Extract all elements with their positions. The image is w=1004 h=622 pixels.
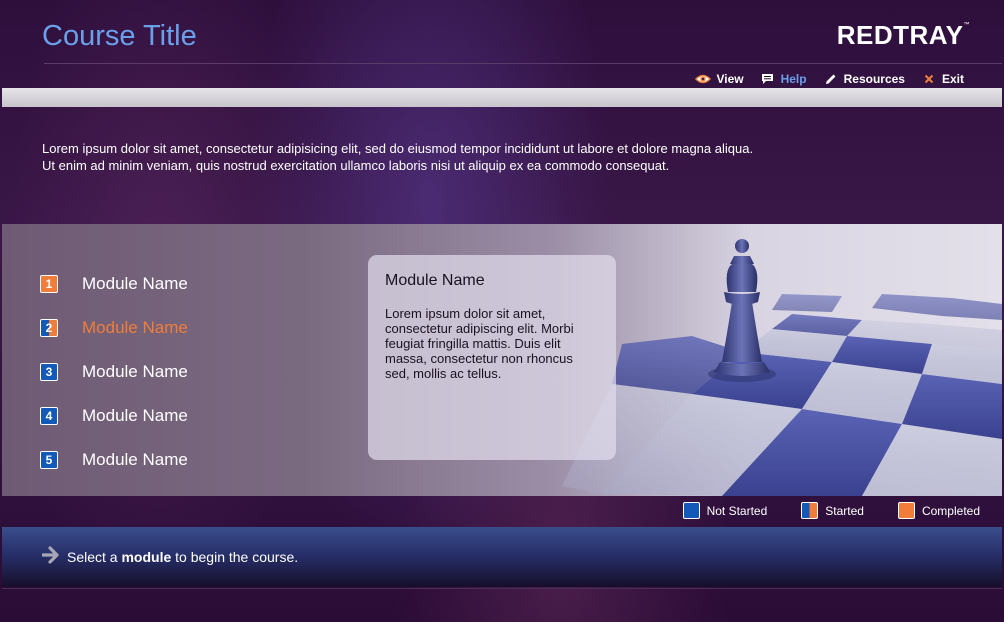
completed-swatch: [897, 502, 915, 519]
legend-label: Not Started: [706, 503, 768, 518]
progress-strip: [2, 88, 1002, 107]
chat-icon: [760, 72, 776, 86]
intro-line-2: Ut enim ad minim veniam, quis nostrud ex…: [42, 158, 670, 173]
module-label: Module Name: [82, 274, 188, 293]
not-started-swatch: [682, 502, 700, 519]
module-label: Module Name: [82, 406, 188, 425]
module-label: Module Name: [82, 318, 188, 337]
logo-trademark: ™: [963, 22, 970, 28]
exit-button[interactable]: Exit: [921, 72, 964, 86]
instruction-prefix: Select a: [67, 549, 118, 565]
bottom-divider: [2, 588, 1002, 589]
instruction-text: Select a module to begin the course.: [67, 549, 298, 565]
module-item-5[interactable]: 5 Module Name: [40, 438, 188, 482]
module-status-icon: 1: [40, 275, 58, 293]
started-swatch: [801, 502, 819, 519]
module-list: 1 Module Name 2 Module Name 3 Module Nam…: [40, 262, 188, 482]
instruction-bar: Select a module to begin the course.: [2, 527, 1002, 587]
logo-text: REDTRAY: [836, 20, 964, 50]
intro-text: Lorem ipsum dolor sit amet, consectetur …: [42, 140, 942, 174]
resources-button[interactable]: Resources: [823, 72, 905, 86]
arrow-right-icon: [42, 546, 59, 564]
legend-started: Started: [801, 502, 864, 519]
header-divider: [44, 63, 1002, 64]
legend-not-started: Not Started: [682, 502, 768, 519]
module-status-icon: 4: [40, 407, 58, 425]
view-label: View: [716, 72, 744, 86]
instruction-emphasis: module: [121, 549, 172, 565]
intro-line-1: Lorem ipsum dolor sit amet, consectetur …: [42, 141, 754, 156]
module-label: Module Name: [82, 362, 188, 381]
module-status-icon: 2: [40, 319, 58, 337]
status-legend: Not Started Started Completed: [682, 502, 980, 519]
instruction-suffix: to begin the course.: [175, 549, 299, 565]
exit-label: Exit: [941, 72, 964, 86]
course-title: Course Title: [42, 20, 197, 52]
close-icon: [921, 72, 937, 86]
help-button[interactable]: Help: [760, 72, 807, 86]
eye-icon: [695, 72, 712, 86]
resources-label: Resources: [843, 72, 905, 86]
module-item-1[interactable]: 1 Module Name: [40, 262, 188, 306]
module-item-3[interactable]: 3 Module Name: [40, 350, 188, 394]
pencil-icon: [823, 72, 839, 86]
header: Course Title REDTRAY™: [0, 0, 1004, 64]
legend-label: Started: [825, 503, 864, 518]
legend-completed: Completed: [897, 502, 980, 519]
view-button[interactable]: View: [695, 72, 744, 86]
detail-description: Lorem ipsum dolor sit amet, consectetur …: [385, 306, 574, 381]
legend-label: Completed: [921, 503, 980, 518]
toolbar: View Help Resources Exit: [695, 71, 964, 87]
module-label: Module Name: [82, 450, 188, 469]
module-status-icon: 3: [40, 363, 58, 381]
module-item-2[interactable]: 2 Module Name: [40, 306, 188, 350]
module-detail-card: Module Name Lorem ipsum dolor sit amet, …: [368, 255, 616, 460]
module-item-4[interactable]: 4 Module Name: [40, 394, 188, 438]
redtray-logo: REDTRAY™: [837, 20, 970, 51]
module-status-icon: 5: [40, 451, 58, 469]
detail-title: Module Name: [385, 272, 485, 289]
help-label: Help: [780, 72, 807, 86]
